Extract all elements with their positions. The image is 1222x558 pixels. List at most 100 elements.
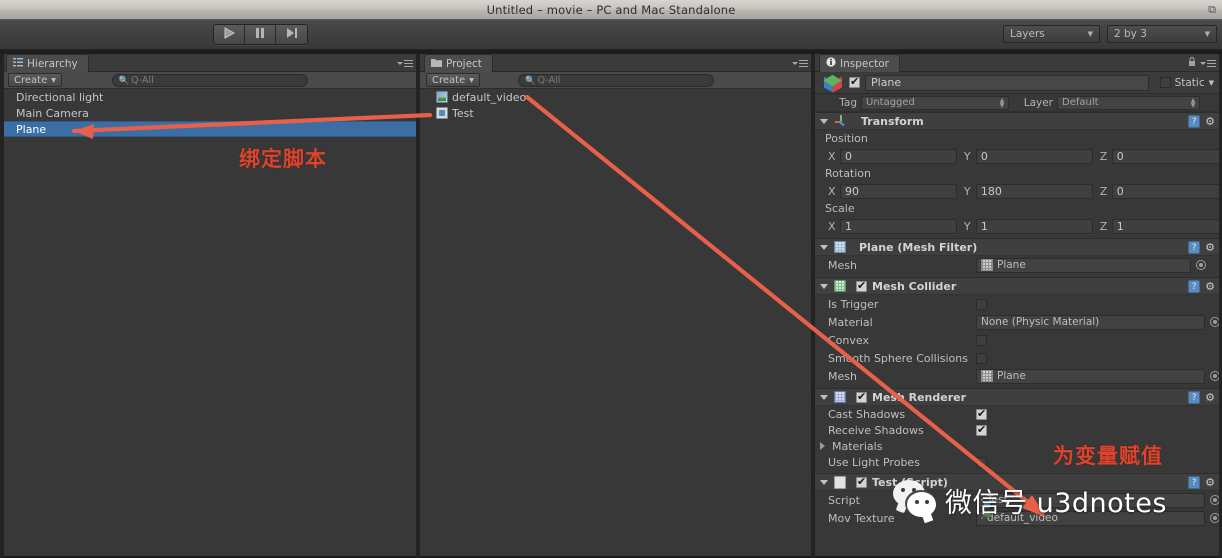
component-header-mesh-collider[interactable]: Mesh Collider ? ⚙ bbox=[815, 277, 1220, 295]
foldout-icon[interactable] bbox=[820, 394, 828, 400]
layer-dropdown[interactable]: Default ▲ ▼ bbox=[1057, 95, 1200, 110]
component-header-mesh-filter[interactable]: Plane (Mesh Filter) ? ⚙ bbox=[815, 238, 1220, 256]
hierarchy-tab-menu-button[interactable] bbox=[397, 58, 413, 68]
help-icon[interactable]: ? bbox=[1188, 280, 1201, 293]
position-x-value: 0 bbox=[845, 149, 852, 163]
lock-icon[interactable] bbox=[1188, 57, 1196, 70]
smooth-sphere-collisions-checkbox[interactable] bbox=[976, 352, 987, 364]
foldout-icon[interactable] bbox=[820, 118, 828, 124]
scale-x-field[interactable]: 1 bbox=[840, 218, 957, 234]
mesh-collider-enabled-checkbox[interactable] bbox=[856, 279, 867, 292]
list-item-plane-selected[interactable]: Plane bbox=[2, 121, 417, 137]
hierarchy-create-label: Create bbox=[14, 74, 48, 86]
layers-dropdown-label: Layers bbox=[1010, 28, 1045, 40]
rotation-x-field[interactable]: 90 bbox=[840, 183, 957, 199]
object-picker-icon[interactable] bbox=[1196, 260, 1206, 270]
list-item[interactable]: Directional light bbox=[2, 89, 417, 105]
property-label: Materials bbox=[832, 439, 883, 453]
rotation-z-value: 0 bbox=[1116, 184, 1124, 198]
component-header-mesh-renderer[interactable]: Mesh Renderer ? ⚙ bbox=[815, 388, 1220, 406]
gear-icon[interactable]: ⚙ bbox=[1205, 115, 1215, 128]
tab-inspector[interactable]: Inspector bbox=[819, 54, 900, 72]
rotation-y-value: 180 bbox=[980, 184, 1002, 198]
axis-z-label: Z bbox=[1099, 184, 1108, 198]
script-asset-icon bbox=[436, 107, 448, 119]
receive-shadows-checkbox[interactable] bbox=[976, 423, 987, 436]
gear-icon[interactable]: ⚙ bbox=[1205, 391, 1215, 404]
is-trigger-checkbox[interactable] bbox=[976, 298, 987, 310]
position-z-field[interactable]: 0 bbox=[1111, 148, 1220, 164]
test-script-enabled-checkbox[interactable] bbox=[856, 475, 867, 488]
static-toggle[interactable]: Static ▼ bbox=[1159, 77, 1214, 89]
rotation-x-value: 90 bbox=[845, 184, 859, 198]
mesh-filter-icon bbox=[834, 241, 846, 253]
transform-rotation-label: Rotation bbox=[825, 167, 872, 180]
foldout-icon[interactable] bbox=[820, 244, 828, 250]
position-x-field[interactable]: 0 bbox=[840, 148, 957, 164]
layout-dropdown[interactable]: 2 by 3 ▼ bbox=[1107, 25, 1217, 43]
project-search-placeholder: Q-All bbox=[537, 75, 561, 86]
axis-z-label: Z bbox=[1099, 219, 1108, 233]
gear-icon[interactable]: ⚙ bbox=[1205, 280, 1215, 293]
component-header-transform[interactable]: Transform ? ⚙ bbox=[815, 112, 1220, 130]
smooth-sphere-collisions-row: Smooth Sphere Collisions bbox=[815, 349, 1220, 367]
spinner-icon: ▲ ▼ bbox=[1190, 96, 1196, 109]
list-item[interactable]: Main Camera bbox=[2, 105, 417, 121]
help-icon[interactable]: ? bbox=[1188, 115, 1201, 128]
mesh-renderer-enabled-checkbox[interactable] bbox=[856, 390, 867, 403]
pause-button[interactable] bbox=[245, 25, 276, 44]
tab-hierarchy[interactable]: Hierarchy bbox=[6, 54, 89, 72]
axis-z-label: Z bbox=[1099, 149, 1108, 163]
collider-material-field[interactable]: None (Physic Material) bbox=[976, 314, 1206, 330]
project-create-button[interactable]: Create ▼ bbox=[426, 73, 480, 87]
annotation-bind-script: 绑定脚本 bbox=[239, 147, 327, 171]
transform-icon bbox=[834, 114, 848, 128]
position-y-field[interactable]: 0 bbox=[975, 148, 1093, 164]
chevron-down-icon: ▼ bbox=[51, 76, 56, 84]
mesh-filter-mesh-field[interactable]: Plane bbox=[976, 257, 1191, 273]
component-title: Mesh Renderer bbox=[872, 390, 967, 404]
layers-dropdown[interactable]: Layers ▼ bbox=[1003, 25, 1100, 43]
splitter-hierarchy-project[interactable] bbox=[416, 54, 420, 558]
list-item[interactable]: default_video bbox=[420, 89, 812, 105]
gear-icon[interactable]: ⚙ bbox=[1205, 476, 1215, 489]
splitter-project-inspector[interactable] bbox=[811, 54, 815, 558]
collider-mesh-field[interactable]: Plane bbox=[976, 368, 1206, 384]
tab-project[interactable]: Project bbox=[424, 54, 493, 72]
use-light-probes-checkbox[interactable] bbox=[976, 456, 987, 468]
gameobject-name-field[interactable]: Plane bbox=[865, 74, 1149, 91]
help-icon[interactable]: ? bbox=[1188, 391, 1201, 404]
foldout-icon[interactable] bbox=[820, 479, 828, 485]
project-search-input[interactable]: 🔍 Q-All bbox=[518, 74, 714, 87]
step-button[interactable] bbox=[276, 25, 307, 44]
hierarchy-search-input[interactable]: 🔍 Q-All bbox=[111, 74, 308, 87]
position-z-value: 0 bbox=[1116, 149, 1124, 163]
hierarchy-create-button[interactable]: Create ▼ bbox=[8, 73, 62, 87]
tab-project-label: Project bbox=[446, 57, 482, 70]
gear-icon[interactable]: ⚙ bbox=[1205, 241, 1215, 254]
help-icon[interactable]: ? bbox=[1188, 476, 1201, 489]
tag-dropdown[interactable]: Untagged ▲ ▼ bbox=[861, 95, 1009, 110]
convex-checkbox[interactable] bbox=[976, 334, 987, 346]
transform-scale-row: X 1 Y 1 Z 1 bbox=[815, 217, 1220, 235]
static-checkbox[interactable] bbox=[1159, 77, 1171, 88]
rotation-z-field[interactable]: 0 bbox=[1111, 183, 1220, 199]
list-item[interactable]: Test bbox=[420, 105, 812, 121]
inspector-tab-menu-button[interactable] bbox=[1200, 58, 1216, 68]
help-icon[interactable]: ? bbox=[1188, 241, 1201, 254]
scale-z-field[interactable]: 1 bbox=[1111, 218, 1220, 234]
component-title: Mesh Collider bbox=[872, 279, 957, 293]
foldout-icon[interactable] bbox=[820, 283, 828, 289]
gameobject-name-value: Plane bbox=[871, 76, 902, 89]
play-button[interactable] bbox=[214, 25, 245, 44]
inspector-object-header: Plane Static ▼ bbox=[815, 72, 1220, 94]
cast-shadows-checkbox[interactable] bbox=[976, 407, 987, 420]
rotation-y-field[interactable]: 180 bbox=[975, 183, 1093, 199]
restore-window-icon[interactable]: ⧉ bbox=[1205, 3, 1219, 17]
project-tab-menu-button[interactable] bbox=[792, 58, 808, 68]
hierarchy-list: Directional light Main Camera Plane bbox=[2, 89, 417, 556]
foldout-icon[interactable] bbox=[820, 442, 828, 450]
is-trigger-row: Is Trigger bbox=[815, 295, 1220, 313]
scale-y-field[interactable]: 1 bbox=[975, 218, 1093, 234]
gameobject-enabled-checkbox[interactable] bbox=[849, 75, 860, 88]
